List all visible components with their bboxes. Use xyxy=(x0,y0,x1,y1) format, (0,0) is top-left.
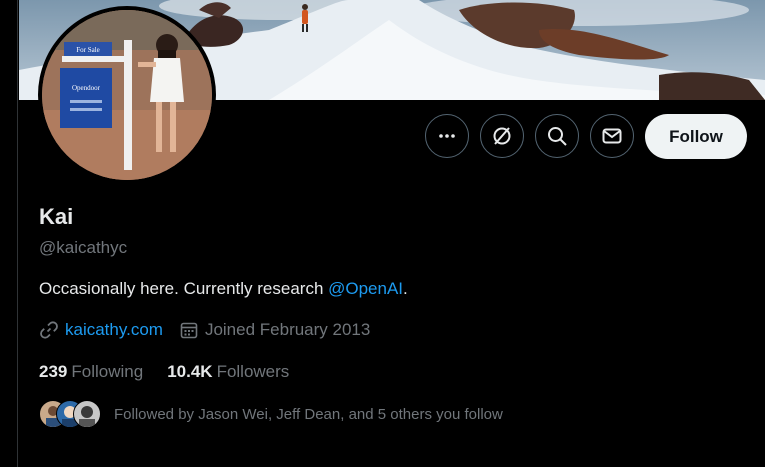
more-button[interactable] xyxy=(425,114,469,158)
following-count: 239 xyxy=(39,362,68,381)
follower-avatar xyxy=(73,400,101,428)
followers-count: 10.4K xyxy=(167,362,213,381)
sign-top-text: For Sale xyxy=(76,46,100,54)
followers-link[interactable]: 10.4K Followers xyxy=(167,362,289,382)
bio-end: . xyxy=(403,279,408,298)
avatar-photo: For Sale Opendoor xyxy=(42,10,212,180)
bio-text: Occasionally here. Currently research xyxy=(39,279,329,298)
grok-icon xyxy=(493,127,511,145)
following-label: Following xyxy=(71,362,144,381)
follow-stats: 239 Following 10.4K Followers xyxy=(39,362,313,382)
grok-button[interactable] xyxy=(480,114,524,158)
profile-meta: kaicathy.com Joined February 2013 xyxy=(39,320,370,340)
followed-by-link[interactable]: Followed by Jason Wei, Jeff Dean, and 5 … xyxy=(39,400,503,428)
search-button[interactable] xyxy=(535,114,579,158)
joined-date: Joined February 2013 xyxy=(204,320,371,339)
sign-brand-text: Opendoor xyxy=(72,84,101,92)
following-link[interactable]: 239 Following xyxy=(39,362,143,382)
message-icon xyxy=(602,128,622,144)
left-rail xyxy=(0,0,18,467)
followers-label: Followers xyxy=(216,362,290,381)
followed-by-text: Followed by Jason Wei, Jeff Dean, and 5 … xyxy=(114,405,503,423)
followed-by-avatars xyxy=(39,400,101,428)
bio-mention-link[interactable]: @OpenAI xyxy=(328,279,403,298)
profile-handle: @kaicathyc xyxy=(39,238,128,257)
search-icon xyxy=(548,127,567,146)
link-icon xyxy=(40,321,58,339)
avatar[interactable]: For Sale Opendoor xyxy=(38,6,216,184)
follow-button[interactable]: Follow xyxy=(645,114,747,159)
profile-name: Kai xyxy=(39,204,74,229)
profile-bio: Occasionally here. Currently research @O… xyxy=(39,279,408,299)
calendar-icon xyxy=(180,322,198,339)
more-icon xyxy=(439,134,455,138)
message-button[interactable] xyxy=(590,114,634,158)
website-link[interactable]: kaicathy.com xyxy=(65,320,163,340)
